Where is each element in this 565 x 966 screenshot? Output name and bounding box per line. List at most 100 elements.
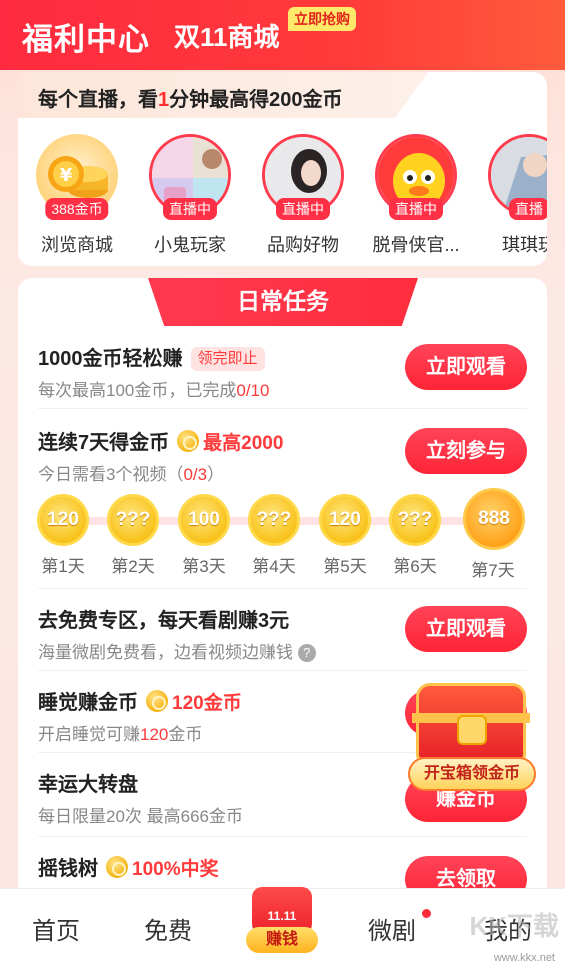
page-title: 福利中心 (22, 22, 150, 57)
task-reward: 最高2000 (203, 433, 284, 454)
banner-prefix: 每个直播，看 (38, 89, 158, 111)
watermark: KK下载 www.kkx.net (448, 900, 565, 966)
task-desc-text: 海量微剧免费看，边看视频边赚钱 (38, 643, 293, 662)
live-name: 浏览商城 (41, 235, 113, 255)
task-desc-text: 今日需看3个视频（ (38, 465, 184, 484)
task-title: 摇钱树 100%中奖 (38, 852, 219, 881)
day-coin: 888 (463, 488, 525, 550)
live-name: 脱骨侠官... (372, 235, 460, 255)
divider (38, 670, 527, 671)
task-desc-text: 开启睡觉可赚 (38, 725, 140, 744)
nav-free[interactable]: 免费 (144, 911, 192, 946)
header-subtitle[interactable]: 双11商城 (174, 17, 280, 54)
task-desc-highlight: 120 (140, 725, 169, 744)
task-progress: 0/10 (236, 381, 270, 400)
task-reward: 120金币 (172, 693, 242, 714)
task-desc-text: 每次最高100金币，已完成 (38, 381, 237, 400)
live-item-streamer-1[interactable]: 直播中 小鬼玩家 (135, 134, 245, 260)
live-item-streamer-4[interactable]: 直播 琪琪玩 (474, 134, 547, 260)
day-label: 第4天 (252, 557, 296, 576)
live-name: 小鬼玩家 (154, 235, 226, 255)
join-now-button[interactable]: 立刻参与 (405, 428, 527, 474)
day-1[interactable]: 120 第1天 (33, 494, 93, 577)
task-desc: 海量微剧免费看，边看视频边赚钱 ? (38, 638, 316, 663)
live-tag: 388金币 (45, 198, 109, 220)
notification-dot (422, 909, 431, 918)
nav-home[interactable]: 首页 (32, 911, 80, 946)
task-reward: 100%中奖 (132, 859, 219, 880)
live-tag: 直播 (509, 198, 547, 220)
day-6[interactable]: ??? 第6天 (385, 494, 445, 577)
coin-icon (146, 690, 168, 712)
day-label: 第5天 (323, 557, 367, 576)
task-title: 睡觉赚金币 120金币 (38, 686, 242, 715)
svg-text:¥: ¥ (60, 165, 73, 186)
live-tag: 直播中 (389, 198, 443, 220)
nav-earn-tag: 11.11 (267, 909, 297, 923)
live-item-streamer-3[interactable]: 直播中 脱骨侠官... (361, 134, 471, 260)
task-title: 去免费专区，每天看剧赚3元 (38, 610, 290, 632)
live-name: 琪琪玩 (502, 235, 547, 255)
coin-icon (177, 430, 200, 452)
task-desc: 今日需看3个视频（0/3） (38, 460, 224, 485)
live-tag: 直播中 (163, 198, 217, 220)
live-item-streamer-2[interactable]: 直播中 品购好物 (248, 134, 358, 260)
banner-suffix: 分钟最高得200金币 (169, 89, 343, 111)
watermark-brand: KK下载 (469, 911, 559, 941)
task-desc: 开启睡觉可赚120金币 (38, 720, 202, 745)
chest-label: 开宝箱领金币 (408, 757, 536, 791)
day-label: 第3天 (182, 557, 226, 576)
task-title: 连续7天得金币 最高2000 (38, 426, 283, 455)
help-icon[interactable]: ? (297, 644, 316, 662)
day-label: 第1天 (41, 557, 85, 576)
task-title-text: 连续7天得金币 (38, 432, 170, 454)
day-label: 第6天 (393, 557, 437, 576)
day-coin: 100 (178, 494, 230, 546)
limited-pill: 领完即止 (190, 347, 265, 371)
day-coin: ??? (107, 494, 159, 546)
task-title-text: 摇钱树 (38, 858, 98, 880)
live-item-mall[interactable]: ¥ 388金币 浏览商城 (22, 134, 132, 260)
divider (38, 836, 527, 837)
live-name: 品购好物 (267, 235, 339, 255)
promo-badge[interactable]: 立即抢购 (288, 7, 356, 31)
watermark-url: www.kkx.net (493, 952, 555, 964)
live-tag: 直播中 (276, 198, 330, 220)
day-2[interactable]: ??? 第2天 (103, 494, 163, 577)
divider (38, 588, 527, 589)
task-title: 1000金币轻松赚 领完即止 (38, 342, 265, 371)
live-banner-text: 每个直播，看1分钟最高得200金币 (38, 83, 343, 112)
day-coin: 120 (37, 494, 89, 546)
daily-tasks-tab: 日常任务 (148, 278, 418, 326)
day-coin: 120 (319, 494, 371, 546)
task-title: 幸运大转盘 (38, 774, 138, 796)
nav-earn-label: 赚钱 (246, 927, 318, 953)
task-title-text: 1000金币轻松赚 (38, 348, 183, 370)
treasure-chest-widget[interactable]: 开宝箱领金币 (408, 683, 536, 801)
daily-tasks-section: 日常任务 1000金币轻松赚 领完即止 每次最高100金币，已完成0/10 立即观… (18, 278, 547, 918)
task-desc: 每次最高100金币，已完成0/10 (38, 376, 269, 401)
nav-earn[interactable]: 11.11 赚钱 (240, 887, 324, 957)
divider (38, 408, 527, 409)
task-desc-suffix: 金币 (168, 725, 203, 744)
lock-icon (457, 715, 487, 745)
watch-now-button[interactable]: 立即观看 (405, 606, 527, 652)
day-4[interactable]: ??? 第4天 (244, 494, 304, 577)
banner-highlight: 1 (158, 89, 170, 111)
day-coin: ??? (389, 494, 441, 546)
task-progress: 0/3 (183, 465, 208, 484)
watch-now-button[interactable]: 立即观看 (405, 344, 527, 390)
task-title-text: 睡觉赚金币 (38, 692, 138, 714)
live-section: 每个直播，看1分钟最高得200金币 ¥ 388金币 浏览商城 直播中 小鬼玩家 … (18, 72, 547, 266)
task-desc: 每日限量20次 最高666金币 (38, 807, 243, 826)
day-coin: ??? (248, 494, 300, 546)
day-7[interactable]: 888 第7天 (463, 488, 525, 581)
task-desc-suffix: ） (207, 465, 225, 484)
day-5[interactable]: 120 第5天 (315, 494, 375, 577)
day-label: 第7天 (471, 561, 515, 580)
day-label: 第2天 (111, 557, 155, 576)
day-3[interactable]: 100 第3天 (174, 494, 234, 577)
coin-icon (106, 856, 128, 878)
nav-drama[interactable]: 微剧 (368, 911, 416, 946)
header-bar: 福利中心 双11商城 立即抢购 (0, 0, 565, 70)
